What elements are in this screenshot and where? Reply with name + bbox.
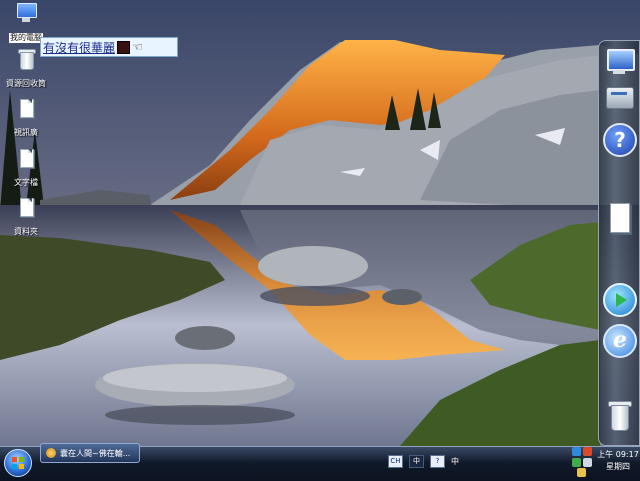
stop-icon[interactable] [117,40,131,54]
security-icon[interactable] [583,447,592,456]
hand-pointer-icon: ☜ [132,40,143,54]
desktop-icon-file-1[interactable]: 視訊廣 [0,97,52,139]
desktop-wallpaper [0,0,640,446]
start-button[interactable] [4,449,32,477]
document-icon [15,196,37,218]
document-icon [15,147,37,169]
system-tray [570,447,594,477]
language-mode-button[interactable]: CH [388,455,403,468]
network-icon[interactable] [572,447,581,456]
taskbar-window-button[interactable]: 囊在人間~佛在輪... [40,443,140,463]
monitor-icon[interactable] [603,45,635,77]
desktop-icon-label: 我的電腦 [9,33,43,43]
notification-icon[interactable] [577,468,586,477]
help-icon[interactable]: ? [603,123,637,157]
windows-logo-icon [12,457,24,469]
volume-icon[interactable] [583,458,592,467]
side-dock: ? e [598,40,640,446]
ime-options-button[interactable]: 中 [451,456,459,467]
internet-explorer-icon[interactable]: e [603,324,637,358]
computer-icon [15,2,37,24]
ime-composition-bar[interactable]: 有沒有很華麗 ☜ [40,37,178,57]
document-icon[interactable] [603,201,635,233]
clock-day: 星期四 [606,462,630,471]
clock-time: 上午 09:17 [597,450,639,459]
taskbar-window-title: 囊在人間~佛在輪... [60,448,131,458]
update-icon[interactable] [572,458,581,467]
desktop-icon-label: 文字檔 [14,178,38,187]
control-panel-icon[interactable] [603,81,635,113]
desktop-icon-file-2[interactable]: 文字檔 [0,147,52,189]
ime-composition-text: 有沒有很華麗 [43,40,116,55]
input-mode-button[interactable]: 中 [409,455,424,468]
document-icon [15,97,37,119]
desktop-icon-label: 資源回收筒 [6,79,46,88]
desktop-icon-label: 視訊廣 [14,128,38,137]
ime-help-button[interactable]: ? [430,455,445,468]
media-player-icon[interactable] [603,283,637,317]
recycle-bin-icon [15,48,37,70]
desktop-icon-label: 資料夾 [14,227,38,236]
desktop-icon-file-3[interactable]: 資料夾 [0,196,52,238]
taskbar-clock[interactable]: 上午 09:17 星期四 [597,449,639,473]
window-app-icon [46,448,56,458]
recycle-bin-icon[interactable] [603,399,635,431]
language-bar: CH 中 ? 中 [388,455,459,468]
